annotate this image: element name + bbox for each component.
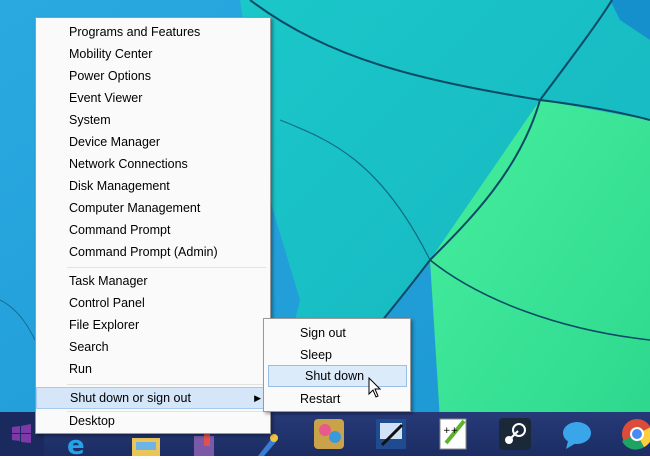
submenu-arrow-icon: ▶	[254, 393, 261, 403]
menu-item-task-manager[interactable]: Task Manager	[36, 270, 270, 292]
menu-item-search[interactable]: Search	[36, 336, 270, 358]
messaging-icon[interactable]	[558, 415, 596, 453]
menu-item-disk-management[interactable]: Disk Management	[36, 175, 270, 197]
menu-item-device-manager[interactable]: Device Manager	[36, 131, 270, 153]
shutdown-submenu: Sign out Sleep Shut down Restart	[263, 318, 411, 412]
menu-separator	[67, 267, 266, 268]
menu-item-file-explorer[interactable]: File Explorer	[36, 314, 270, 336]
menu-separator	[67, 384, 266, 385]
trading-card-icon[interactable]	[310, 415, 348, 453]
menu-item-computer-management[interactable]: Computer Management	[36, 197, 270, 219]
menu-item-power-options[interactable]: Power Options	[36, 65, 270, 87]
menu-item-shut-down[interactable]: Shut down	[268, 365, 407, 387]
menu-item-label: Shut down or sign out	[70, 391, 191, 405]
mouse-cursor-icon	[368, 377, 382, 398]
paint-icon[interactable]	[190, 432, 228, 456]
power-user-menu: Programs and Features Mobility Center Po…	[35, 17, 271, 434]
menu-item-command-prompt-admin[interactable]: Command Prompt (Admin)	[36, 241, 270, 263]
steam-icon[interactable]	[496, 415, 534, 453]
svg-text:++: ++	[443, 426, 458, 436]
menu-item-system[interactable]: System	[36, 109, 270, 131]
menu-item-sleep[interactable]: Sleep	[264, 344, 410, 366]
image-editor-icon[interactable]	[372, 415, 410, 453]
menu-item-shut-down-or-sign-out[interactable]: Shut down or sign out ▶	[36, 387, 270, 409]
tool-icon[interactable]	[252, 432, 290, 456]
chrome-icon[interactable]	[618, 415, 650, 453]
file-explorer-icon[interactable]	[128, 432, 166, 456]
notepad-plus-plus-icon[interactable]: ++	[434, 415, 472, 453]
menu-item-desktop[interactable]: Desktop	[36, 410, 270, 432]
menu-item-mobility-center[interactable]: Mobility Center	[36, 43, 270, 65]
menu-item-sign-out[interactable]: Sign out	[264, 322, 410, 344]
menu-item-command-prompt[interactable]: Command Prompt	[36, 219, 270, 241]
menu-item-control-panel[interactable]: Control Panel	[36, 292, 270, 314]
menu-item-programs-and-features[interactable]: Programs and Features	[36, 21, 270, 43]
menu-item-restart[interactable]: Restart	[264, 388, 410, 410]
svg-text:e: e	[67, 431, 85, 456]
menu-item-run[interactable]: Run	[36, 358, 270, 380]
menu-item-network-connections[interactable]: Network Connections	[36, 153, 270, 175]
menu-item-event-viewer[interactable]: Event Viewer	[36, 87, 270, 109]
